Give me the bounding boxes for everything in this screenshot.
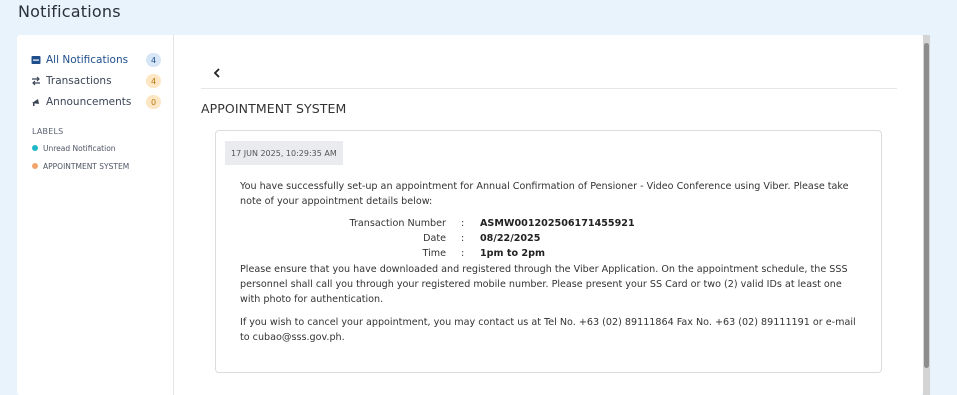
- detail-label: Time: [422, 248, 446, 259]
- megaphone-icon: [31, 97, 41, 107]
- detail-row-date: Date : 08/22/2025: [240, 233, 862, 247]
- label-text: APPOINTMENT SYSTEM: [43, 161, 130, 171]
- sidebar-item-transactions[interactable]: Transactions 4: [31, 72, 161, 90]
- message-box: 17 JUN 2025, 10:29:35 AM You have succes…: [215, 130, 882, 373]
- inbox-icon: [31, 55, 41, 65]
- divider: [201, 88, 897, 89]
- detail-label: Date: [423, 233, 446, 244]
- sidebar-item-all-notifications[interactable]: All Notifications 4: [31, 51, 161, 69]
- count-badge: 4: [146, 74, 161, 88]
- detail-row-transaction-number: Transaction Number : ASMW001202506171455…: [240, 218, 862, 232]
- transfer-icon: [31, 76, 41, 86]
- detail-value: 08/22/2025: [480, 233, 541, 244]
- label-text: Unread Notification: [43, 143, 116, 153]
- label-unread-notification[interactable]: Unread Notification: [32, 142, 116, 154]
- notification-detail: APPOINTMENT SYSTEM 17 JUN 2025, 10:29:35…: [175, 35, 923, 395]
- detail-label: Transaction Number: [349, 218, 446, 229]
- sidebar-item-label: Transactions: [46, 75, 112, 87]
- detail-value: 1pm to 2pm: [480, 248, 545, 259]
- sidebar-item-announcements[interactable]: Announcements 0: [31, 93, 161, 111]
- intro-text: You have successfully set-up an appointm…: [240, 181, 849, 207]
- instructions-text: Please ensure that you have downloaded a…: [240, 264, 848, 305]
- detail-separator: :: [461, 233, 465, 244]
- detail-value: ASMW001202506171455921: [480, 218, 635, 229]
- sidebar-item-label: All Notifications: [46, 54, 129, 66]
- labels-heading: LABELS: [32, 127, 64, 136]
- section-title: APPOINTMENT SYSTEM: [201, 101, 347, 116]
- label-dot: [32, 163, 38, 169]
- detail-row-time: Time : 1pm to 2pm: [240, 248, 862, 262]
- count-badge: 0: [146, 95, 161, 109]
- cancel-info-text: If you wish to cancel your appointment, …: [240, 317, 856, 343]
- count-badge: 4: [146, 53, 161, 67]
- scrollbar-thumb[interactable]: [924, 43, 929, 368]
- label-appointment-system[interactable]: APPOINTMENT SYSTEM: [32, 160, 129, 172]
- back-button[interactable]: [210, 66, 224, 80]
- page-title: Notifications: [18, 2, 121, 21]
- detail-separator: :: [461, 218, 465, 229]
- detail-separator: :: [461, 248, 465, 259]
- chevron-left-icon: [213, 68, 220, 78]
- timestamp: 17 JUN 2025, 10:29:35 AM: [225, 141, 343, 165]
- sidebar: All Notifications 4 Transactions 4 Annou…: [17, 35, 174, 395]
- sidebar-item-label: Announcements: [46, 96, 132, 108]
- notifications-card: All Notifications 4 Transactions 4 Annou…: [17, 35, 923, 395]
- scrollbar[interactable]: [923, 35, 930, 395]
- label-dot: [32, 145, 38, 151]
